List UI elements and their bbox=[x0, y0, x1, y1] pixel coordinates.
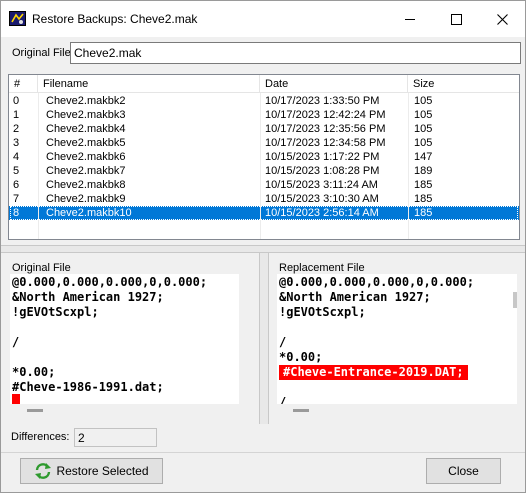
column-header-filename[interactable]: Filename bbox=[38, 75, 260, 93]
divider bbox=[1, 452, 525, 453]
code-line: &North American 1927; bbox=[279, 290, 431, 304]
row-size: 185 bbox=[414, 193, 433, 205]
backup-list-header: # Filename Date Size bbox=[9, 75, 519, 93]
table-row[interactable]: 6 Cheve2.makbk8 10/15/2023 3:11:24 AM 185 bbox=[9, 178, 519, 192]
row-filename: Cheve2.makbk5 bbox=[46, 137, 126, 149]
row-number: 7 bbox=[13, 193, 20, 205]
row-date: 10/15/2023 3:11:24 AM bbox=[265, 179, 378, 191]
row-number: 0 bbox=[13, 95, 20, 107]
maximize-icon bbox=[450, 13, 462, 25]
table-row[interactable]: 3 Cheve2.makbk5 10/17/2023 12:34:58 PM 105 bbox=[9, 136, 519, 150]
code-line: / bbox=[12, 335, 20, 349]
table-row[interactable]: 2 Cheve2.makbk4 10/17/2023 12:35:56 PM 105 bbox=[9, 122, 519, 136]
close-icon bbox=[496, 13, 508, 25]
column-header-number[interactable]: # bbox=[9, 75, 38, 93]
close-label: Close bbox=[448, 464, 479, 478]
code-line: #Cheve-Entrance-2019.DAT; bbox=[279, 365, 468, 380]
replacement-text-pane[interactable]: @0.000,0.000,0.000,0,0.000; &North Americ… bbox=[277, 274, 517, 404]
row-size: 105 bbox=[414, 109, 433, 121]
replacement-pane-hscroll[interactable] bbox=[293, 409, 309, 412]
vertical-splitter[interactable] bbox=[259, 253, 269, 424]
maximize-button[interactable] bbox=[433, 1, 479, 37]
table-row[interactable]: 1 Cheve2.makbk3 10/17/2023 12:42:24 PM 105 bbox=[9, 108, 519, 122]
restore-backups-window: Restore Backups: Cheve2.mak Original Fil… bbox=[0, 0, 526, 493]
original-file-field[interactable]: Cheve2.mak bbox=[70, 42, 521, 64]
code-line: !gEVOtScxpl; bbox=[12, 305, 99, 319]
replacement-pane-vscroll[interactable] bbox=[513, 292, 517, 308]
row-filename: Cheve2.makbk8 bbox=[46, 179, 126, 191]
code-line: *0.00; bbox=[12, 365, 56, 379]
table-row[interactable]: 8 Cheve2.makbk10 10/15/2023 2:56:14 AM 185 bbox=[9, 206, 519, 220]
row-date: 10/17/2023 1:33:50 PM bbox=[265, 95, 380, 107]
code-line: !gEVOtScxpl; bbox=[279, 305, 366, 319]
row-size: 185 bbox=[414, 207, 433, 219]
diff-marker bbox=[12, 394, 20, 404]
row-filename: Cheve2.makbk2 bbox=[46, 95, 126, 107]
row-date: 10/17/2023 12:34:58 PM bbox=[265, 137, 386, 149]
app-icon bbox=[9, 11, 26, 26]
row-size: 105 bbox=[414, 137, 433, 149]
column-header-size[interactable]: Size bbox=[408, 75, 519, 93]
row-number: 4 bbox=[13, 151, 20, 163]
restore-selected-button[interactable]: Restore Selected bbox=[20, 458, 163, 484]
table-row[interactable]: 4 Cheve2.makbk6 10/15/2023 1:17:22 PM 147 bbox=[9, 150, 519, 164]
row-filename: Cheve2.makbk6 bbox=[46, 151, 126, 163]
table-row[interactable]: 7 Cheve2.makbk9 10/15/2023 3:10:30 AM 185 bbox=[9, 192, 519, 206]
row-date: 10/17/2023 12:35:56 PM bbox=[265, 123, 386, 135]
minimize-icon bbox=[404, 18, 415, 20]
code-line: &North American 1927; bbox=[12, 290, 164, 304]
original-file-label: Original File bbox=[12, 47, 71, 59]
row-filename: Cheve2.makbk4 bbox=[46, 123, 126, 135]
minimize-button[interactable] bbox=[387, 1, 433, 37]
differences-label: Differences: bbox=[11, 431, 70, 443]
close-window-button[interactable] bbox=[479, 1, 525, 37]
row-number: 8 bbox=[13, 207, 20, 219]
row-date: 10/15/2023 1:08:28 PM bbox=[265, 165, 380, 177]
row-date: 10/15/2023 3:10:30 AM bbox=[265, 193, 379, 205]
row-number: 6 bbox=[13, 179, 20, 191]
row-date: 10/15/2023 2:56:14 AM bbox=[265, 207, 379, 219]
row-number: 5 bbox=[13, 165, 20, 177]
horizontal-splitter[interactable] bbox=[1, 245, 525, 253]
row-size: 147 bbox=[414, 151, 433, 163]
code-line: #Cheve-1986-1991.dat; bbox=[12, 380, 164, 394]
row-number: 1 bbox=[13, 109, 20, 121]
restore-selected-label: Restore Selected bbox=[56, 464, 149, 478]
column-header-date[interactable]: Date bbox=[260, 75, 408, 93]
differences-count: 2 bbox=[74, 428, 157, 447]
replacement-pane-label: Replacement File bbox=[279, 262, 365, 274]
original-text-pane[interactable]: @0.000,0.000,0.000,0,0.000; &North Americ… bbox=[10, 274, 239, 404]
code-line: @0.000,0.000,0.000,0,0.000; bbox=[279, 275, 475, 289]
window-title: Restore Backups: Cheve2.mak bbox=[32, 12, 198, 26]
row-size: 189 bbox=[414, 165, 433, 177]
refresh-icon bbox=[35, 463, 52, 479]
row-date: 10/15/2023 1:17:22 PM bbox=[265, 151, 380, 163]
row-filename: Cheve2.makbk3 bbox=[46, 109, 126, 121]
row-filename: Cheve2.makbk10 bbox=[46, 207, 132, 219]
table-row[interactable]: 0 Cheve2.makbk2 10/17/2023 1:33:50 PM 105 bbox=[9, 94, 519, 108]
table-row[interactable]: 5 Cheve2.makbk7 10/15/2023 1:08:28 PM 189 bbox=[9, 164, 519, 178]
row-size: 105 bbox=[414, 95, 433, 107]
title-bar: Restore Backups: Cheve2.mak bbox=[1, 1, 525, 37]
code-line: @0.000,0.000,0.000,0,0.000; bbox=[12, 275, 208, 289]
close-button[interactable]: Close bbox=[426, 458, 501, 484]
row-size: 105 bbox=[414, 123, 433, 135]
row-filename: Cheve2.makbk9 bbox=[46, 193, 126, 205]
code-line: / bbox=[279, 335, 287, 349]
row-size: 185 bbox=[414, 179, 433, 191]
row-number: 3 bbox=[13, 137, 20, 149]
code-line: / bbox=[279, 395, 287, 404]
backup-list[interactable]: # Filename Date Size 0 Cheve2.makbk2 10/17… bbox=[8, 74, 520, 240]
row-date: 10/17/2023 12:42:24 PM bbox=[265, 109, 386, 121]
original-pane-label: Original File bbox=[12, 262, 71, 274]
code-line: *0.00; bbox=[279, 350, 323, 364]
row-filename: Cheve2.makbk7 bbox=[46, 165, 126, 177]
row-number: 2 bbox=[13, 123, 20, 135]
original-pane-hscroll[interactable] bbox=[27, 409, 43, 412]
